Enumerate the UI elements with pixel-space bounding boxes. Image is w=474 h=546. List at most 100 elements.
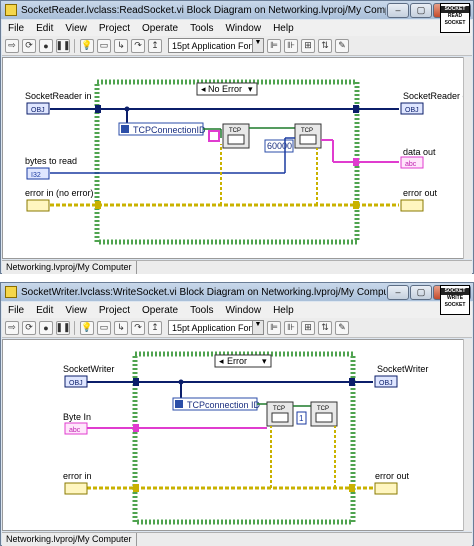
abort-icon[interactable]: ● xyxy=(39,320,53,335)
status-bar: Networking.lvproj/My Computer xyxy=(2,260,472,274)
unbundle-icon xyxy=(121,125,129,133)
vertical-scrollbar[interactable] xyxy=(463,57,472,259)
distribute-objects-icon[interactable]: ⊪ xyxy=(284,38,298,53)
window-title: SocketReader.lvclass:ReadSocket.vi Block… xyxy=(21,4,386,16)
tunnel-right xyxy=(353,105,359,113)
tcp-node-glyph xyxy=(271,412,289,423)
step-out-icon[interactable]: ↥ xyxy=(148,38,162,53)
labview-app-icon xyxy=(5,286,17,298)
vertical-scrollbar[interactable] xyxy=(463,339,472,531)
pause-icon[interactable]: ❚❚ xyxy=(55,320,71,335)
align-objects-icon[interactable]: ⊫ xyxy=(267,320,281,335)
menu-project[interactable]: Project xyxy=(99,305,130,316)
terminal-type: abc xyxy=(405,161,417,168)
toolbar-separator xyxy=(74,320,75,335)
mode-constant[interactable] xyxy=(208,130,220,142)
vi-icon[interactable]: SOCKET WRITE SOCKET xyxy=(440,285,470,315)
pause-icon[interactable]: ❚❚ xyxy=(55,38,71,53)
menu-operate[interactable]: Operate xyxy=(142,305,178,316)
case-selector-arrow-left-icon[interactable]: ◂ xyxy=(219,356,224,366)
vi-icon-line: SOCKET xyxy=(444,20,466,26)
case-selector-dropdown-icon[interactable]: ▾ xyxy=(262,356,267,366)
timeout-value: 60000 xyxy=(267,141,292,151)
retain-wire-values-icon[interactable]: ▭ xyxy=(97,38,111,53)
window-title: SocketWriter.lvclass:WriteSocket.vi Bloc… xyxy=(21,286,386,298)
block-diagram-canvas[interactable]: ◂ No Error ▾ TCPConnectionID TCP 60000 T… xyxy=(2,57,468,259)
run-arrow-icon[interactable]: ⇨ xyxy=(5,38,19,53)
menu-bar: File Edit View Project Operate Tools Win… xyxy=(2,20,472,36)
tcp-node-label: TCP xyxy=(301,128,313,134)
menu-help[interactable]: Help xyxy=(273,305,294,316)
highlight-execution-icon[interactable]: 💡 xyxy=(80,320,94,335)
reorder-icon[interactable]: ⇅ xyxy=(318,38,332,53)
run-continuously-icon[interactable]: ⟳ xyxy=(22,320,36,335)
retain-wire-values-icon[interactable]: ▭ xyxy=(97,320,111,335)
case-selector-arrow-left-icon[interactable]: ◂ xyxy=(201,84,206,94)
step-into-icon[interactable]: ↳ xyxy=(114,38,128,53)
run-arrow-icon[interactable]: ⇨ xyxy=(5,320,19,335)
vi-icon-line: WRITE xyxy=(446,295,464,301)
menu-view[interactable]: View xyxy=(65,23,87,34)
chevron-down-icon: ▼ xyxy=(252,321,263,334)
tunnel-left xyxy=(95,105,101,113)
case-structure-frame[interactable] xyxy=(132,351,356,525)
terminal-type: OBJ xyxy=(69,380,83,387)
menu-tools[interactable]: Tools xyxy=(190,23,213,34)
menu-window[interactable]: Window xyxy=(225,305,261,316)
reorder-icon[interactable]: ⇅ xyxy=(318,320,332,335)
step-out-icon[interactable]: ↥ xyxy=(148,320,162,335)
cleanup-diagram-icon[interactable]: ✎ xyxy=(335,320,349,335)
menu-view[interactable]: View xyxy=(65,305,87,316)
menu-file[interactable]: File xyxy=(8,305,24,316)
labview-app-icon xyxy=(5,4,17,16)
title-bar[interactable]: SocketReader.lvclass:ReadSocket.vi Block… xyxy=(1,1,473,19)
font-selector[interactable]: 15pt Application Font ▼ xyxy=(168,38,264,53)
resize-objects-icon[interactable]: ⊞ xyxy=(301,38,315,53)
menu-file[interactable]: File xyxy=(8,23,24,34)
resize-objects-icon[interactable]: ⊞ xyxy=(301,320,315,335)
tcp-node-glyph xyxy=(299,134,317,145)
socket-reader-out-label: SocketReader o xyxy=(403,91,463,101)
menu-edit[interactable]: Edit xyxy=(36,23,53,34)
run-continuously-icon[interactable]: ⟳ xyxy=(22,38,36,53)
tcp-node-label: TCP xyxy=(317,406,329,412)
error-in-terminal[interactable] xyxy=(26,199,50,212)
error-out-terminal[interactable] xyxy=(374,482,398,495)
vi-icon[interactable]: SOCKET READ SOCKET xyxy=(440,3,470,33)
tunnel-right xyxy=(353,158,359,166)
error-out-label: error out xyxy=(375,471,410,481)
tunnel-left xyxy=(133,378,139,386)
terminal-type: I32 xyxy=(31,172,41,179)
error-out-terminal[interactable] xyxy=(400,199,424,212)
tunnel-right xyxy=(349,484,355,492)
menu-edit[interactable]: Edit xyxy=(36,305,53,316)
menu-operate[interactable]: Operate xyxy=(142,23,178,34)
minimize-button[interactable]: ‒ xyxy=(387,284,409,300)
menu-tools[interactable]: Tools xyxy=(190,305,213,316)
font-selector[interactable]: 15pt Application Font ▼ xyxy=(168,320,264,335)
terminal-type: OBJ xyxy=(379,380,393,387)
step-over-icon[interactable]: ↷ xyxy=(131,320,145,335)
abort-icon[interactable]: ● xyxy=(39,38,53,53)
cleanup-diagram-icon[interactable]: ✎ xyxy=(335,38,349,53)
maximize-button[interactable]: ▢ xyxy=(410,284,432,300)
block-diagram-canvas[interactable]: ◂ Error ▾ TCPconnection ID TCP 1 TCP Soc… xyxy=(2,339,464,531)
tunnel-left xyxy=(133,484,139,492)
maximize-button[interactable]: ▢ xyxy=(410,2,432,18)
align-objects-icon[interactable]: ⊫ xyxy=(267,38,281,53)
minimize-button[interactable]: ‒ xyxy=(387,2,409,18)
distribute-objects-icon[interactable]: ⊪ xyxy=(284,320,298,335)
menu-help[interactable]: Help xyxy=(273,23,294,34)
case-selector-dropdown-icon[interactable]: ▾ xyxy=(248,84,253,94)
tcp-node-glyph xyxy=(227,134,245,145)
tunnel-left xyxy=(95,201,101,209)
step-over-icon[interactable]: ↷ xyxy=(131,38,145,53)
step-into-icon[interactable]: ↳ xyxy=(114,320,128,335)
error-in-terminal[interactable] xyxy=(64,482,88,495)
project-path: Networking.lvproj/My Computer xyxy=(6,261,137,274)
menu-project[interactable]: Project xyxy=(99,23,130,34)
menu-window[interactable]: Window xyxy=(225,23,261,34)
title-bar[interactable]: SocketWriter.lvclass:WriteSocket.vi Bloc… xyxy=(1,283,473,301)
highlight-execution-icon[interactable]: 💡 xyxy=(80,38,94,53)
read-socket-window: SocketReader.lvclass:ReadSocket.vi Block… xyxy=(0,0,474,274)
